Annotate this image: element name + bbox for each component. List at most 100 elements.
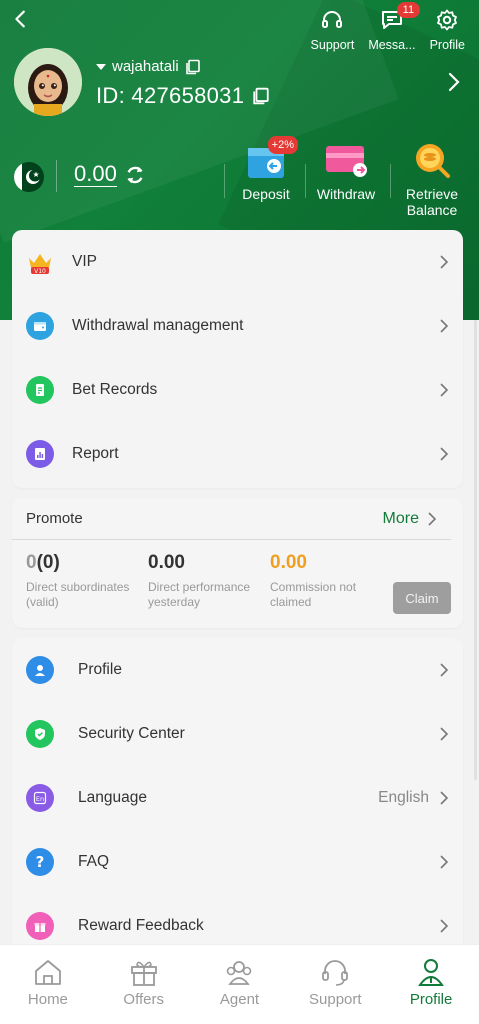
- top-actions: Support 11 Messa... Profile: [311, 2, 465, 52]
- chevron-right-icon: [440, 383, 449, 397]
- chevron-right-icon: [440, 447, 449, 461]
- copy-username-icon[interactable]: [185, 59, 201, 75]
- nav-support[interactable]: Support: [287, 945, 383, 1024]
- settings-label: Profile: [429, 38, 465, 52]
- more-label: More: [382, 509, 419, 527]
- chevron-right-icon[interactable]: [447, 72, 461, 92]
- stat-value: 0.00: [270, 552, 307, 573]
- document-icon: [26, 376, 54, 404]
- deposit-icon: +2%: [244, 136, 298, 180]
- settings-menu-card: Profile Security Center En Language Engl…: [12, 638, 463, 944]
- user-id-row: ID: 427658031: [96, 83, 270, 109]
- menu-label: Security Center: [78, 725, 185, 742]
- nav-label: Profile: [409, 991, 453, 1008]
- headset-icon: [322, 11, 343, 28]
- menu-item-profile[interactable]: Profile: [12, 638, 463, 702]
- menu-item-withdrawal-management[interactable]: Withdrawal management: [12, 294, 463, 358]
- withdraw-button[interactable]: Withdraw: [314, 140, 378, 202]
- message-count-badge: 11: [396, 2, 421, 18]
- profile-icon: [418, 959, 444, 986]
- menu-label: Report: [72, 445, 119, 462]
- promote-stats: 0(0) Direct subordinates (valid) 0.00 Di…: [12, 540, 463, 628]
- retrieve-label-line1: Retrieve: [405, 186, 459, 202]
- stat-value: 0: [26, 552, 37, 573]
- chevron-right-icon: [440, 919, 449, 933]
- user-info: wajahatali ID: 427658031: [96, 58, 270, 109]
- support-icon: [322, 960, 349, 986]
- messages-label: Messa...: [368, 38, 416, 52]
- deposit-bonus-badge: +2%: [267, 136, 298, 154]
- scrollbar[interactable]: [474, 320, 477, 780]
- chevron-right-icon: [440, 791, 449, 805]
- menu-item-bet-records[interactable]: Bet Records: [12, 358, 463, 422]
- bottom-navigation: Home Offers Agent Support Profile: [0, 944, 479, 1024]
- chevron-right-icon: [440, 855, 449, 869]
- account-menu-card: V10 VIP Withdrawal management Bet Record…: [12, 230, 463, 488]
- deposit-button[interactable]: +2% Deposit: [238, 136, 298, 202]
- stat-label: Direct performance yesterday: [148, 580, 251, 609]
- nav-profile[interactable]: Profile: [383, 945, 479, 1024]
- retrieve-balance-icon: [410, 140, 454, 180]
- claim-button[interactable]: Claim: [393, 582, 451, 614]
- menu-label: Bet Records: [72, 381, 158, 398]
- balance-amount: 0.00: [74, 161, 117, 187]
- divider: [224, 164, 225, 198]
- stat-label: Commission not claimed: [270, 580, 357, 609]
- promote-more-link[interactable]: More: [383, 510, 437, 528]
- divider: [56, 160, 57, 192]
- menu-label: Withdrawal management: [72, 317, 244, 334]
- copy-id-icon[interactable]: [252, 87, 270, 105]
- menu-item-report[interactable]: Report: [12, 422, 463, 486]
- menu-item-security-center[interactable]: Security Center: [12, 702, 463, 766]
- promote-title: Promote: [26, 510, 83, 527]
- stat-label: Direct subordinates (valid): [26, 580, 130, 609]
- promote-header: Promote More: [12, 498, 451, 540]
- avatar[interactable]: [14, 48, 82, 116]
- gift-icon: [26, 912, 54, 940]
- support-button[interactable]: Support: [311, 8, 354, 52]
- chevron-right-icon: [440, 319, 449, 333]
- nav-label: Support: [309, 991, 362, 1008]
- svg-text:En: En: [36, 795, 44, 803]
- user-icon: [26, 656, 54, 684]
- stat-direct-subordinates: 0(0) Direct subordinates (valid): [26, 552, 148, 628]
- menu-label: VIP: [72, 253, 97, 270]
- chevron-right-icon: [440, 727, 449, 741]
- menu-label: FAQ: [78, 853, 110, 870]
- username-row: wajahatali: [96, 58, 270, 75]
- wallet-icon: [26, 312, 54, 340]
- chevron-right-icon: [440, 255, 449, 269]
- back-arrow-icon[interactable]: [10, 8, 32, 30]
- shield-icon: [26, 720, 54, 748]
- caret-down-icon[interactable]: [96, 63, 106, 71]
- nav-label: Home: [27, 991, 68, 1008]
- nav-agent[interactable]: Agent: [192, 945, 288, 1024]
- stat-value: 0.00: [148, 552, 185, 573]
- settings-button[interactable]: Profile: [430, 8, 465, 52]
- menu-label: Language: [78, 789, 147, 806]
- menu-label: Profile: [78, 661, 122, 678]
- retrieve-balance-button[interactable]: Retrieve Balance: [400, 140, 464, 218]
- avatar-image: [14, 48, 82, 116]
- stat-commission: 0.00 Commission not claimed: [270, 552, 392, 628]
- messages-button[interactable]: 11 Messa...: [368, 2, 421, 52]
- divider: [390, 164, 391, 198]
- menu-item-faq[interactable]: ? FAQ: [12, 830, 463, 894]
- stat-direct-performance: 0.00 Direct performance yesterday: [148, 552, 270, 628]
- withdraw-label: Withdraw: [316, 186, 376, 202]
- nav-offers[interactable]: Offers: [96, 945, 192, 1024]
- vip-crown-icon: V10: [26, 248, 54, 276]
- language-value: English: [378, 789, 429, 806]
- username: wajahatali: [112, 58, 179, 75]
- deposit-label: Deposit: [242, 186, 290, 202]
- menu-item-language[interactable]: En Language English: [12, 766, 463, 830]
- chevron-right-icon: [428, 511, 437, 526]
- retrieve-label-line2: Balance: [406, 202, 458, 218]
- agent-icon: [227, 961, 252, 985]
- nav-home[interactable]: Home: [0, 945, 96, 1024]
- refresh-icon[interactable]: [124, 164, 146, 186]
- nav-label: Offers: [123, 991, 164, 1008]
- menu-item-vip[interactable]: V10 VIP: [12, 230, 463, 294]
- language-icon: En: [26, 784, 54, 812]
- pakistan-flag-icon: [14, 162, 44, 192]
